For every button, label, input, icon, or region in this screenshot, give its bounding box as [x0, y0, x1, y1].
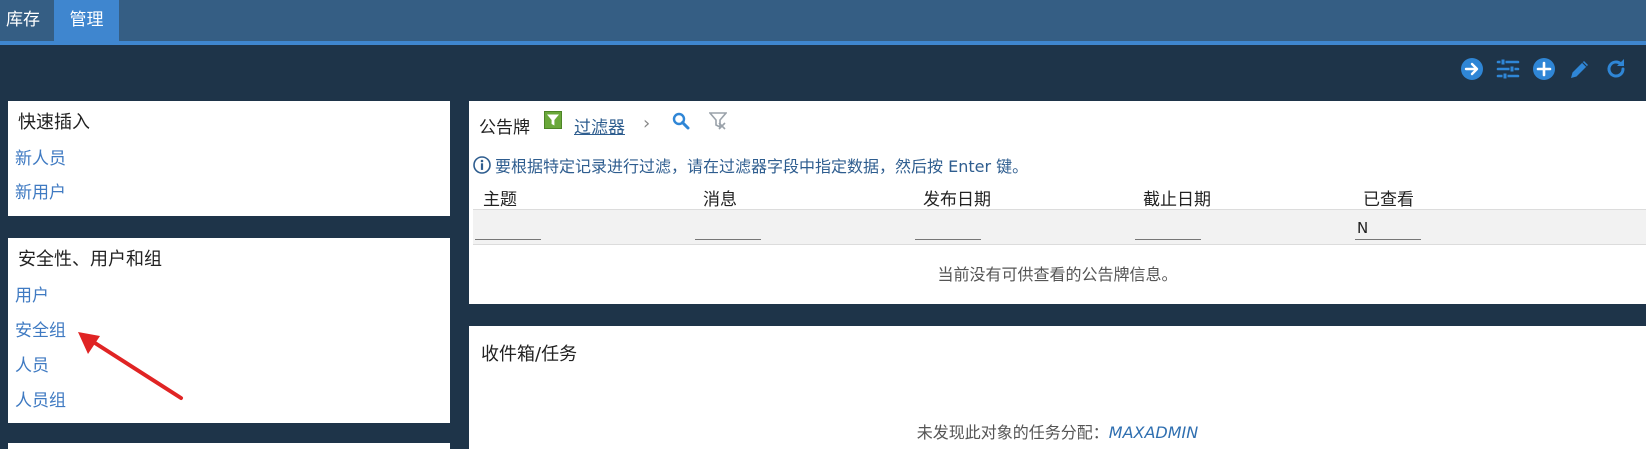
security-users-groups-panel: 安全性、用户和组 用户 安全组 人员 人员组 [8, 238, 450, 423]
search-icon[interactable] [672, 112, 690, 130]
toolbar [1460, 56, 1628, 82]
link-new-person[interactable]: 新人员 [15, 144, 66, 169]
filter-hint: 要根据特定记录进行过滤，请在过滤器字段中指定数据，然后按 Enter 键。 [473, 153, 1028, 177]
filter-viewed-input[interactable] [1355, 216, 1421, 240]
link-new-user[interactable]: 新用户 [15, 178, 66, 203]
clear-filter-icon[interactable] [709, 111, 727, 131]
security-panel-title: 安全性、用户和组 [18, 249, 162, 270]
inbox-empty-message: 未发现此对象的任务分配：MAXADMIN [469, 419, 1646, 443]
link-person-groups[interactable]: 人员组 [15, 386, 66, 411]
info-icon [473, 156, 491, 174]
bulletin-empty-message: 当前没有可供查看的公告牌信息。 [937, 265, 1178, 284]
tab-inventory[interactable]: 库存 [0, 0, 50, 45]
settings-sliders-icon[interactable] [1496, 57, 1520, 81]
bulletin-board-panel: 公告牌 过滤器 › 要根据特定记录进行过滤，请在过滤器字段中指定数据，然后按 E… [469, 101, 1646, 304]
filter-row [473, 209, 1646, 245]
go-icon[interactable] [1460, 57, 1484, 81]
filter-subject-input[interactable] [475, 216, 541, 240]
inbox-tasks-panel: 收件箱/任务 未发现此对象的任务分配：MAXADMIN [469, 326, 1646, 449]
next-panel-edge [8, 443, 450, 449]
quick-insert-title: 快速插入 [18, 112, 90, 133]
link-people[interactable]: 人员 [15, 351, 49, 376]
column-header-message[interactable]: 消息 [703, 185, 737, 210]
add-icon[interactable] [1532, 57, 1556, 81]
link-security-groups[interactable]: 安全组 [15, 316, 66, 341]
filter-post-date-input[interactable] [915, 216, 981, 240]
quick-insert-panel: 快速插入 新人员 新用户 [8, 101, 450, 216]
tab-bar-underline [0, 41, 1646, 45]
filter-expire-date-input[interactable] [1135, 216, 1201, 240]
refresh-icon[interactable] [1604, 57, 1628, 81]
column-header-expire-date[interactable]: 截止日期 [1143, 185, 1211, 210]
filter-icon[interactable] [544, 111, 562, 129]
column-header-post-date[interactable]: 发布日期 [923, 185, 991, 210]
top-tab-bar [0, 0, 1646, 41]
inbox-title: 收件箱/任务 [481, 344, 578, 365]
filter-link[interactable]: 过滤器 [574, 113, 625, 138]
filter-hint-text: 要根据特定记录进行过滤，请在过滤器字段中指定数据，然后按 Enter 键。 [495, 157, 1029, 176]
bulletin-title: 公告牌 [479, 118, 530, 138]
inbox-user-name: MAXADMIN [1108, 423, 1199, 442]
tab-admin[interactable]: 管理 [54, 0, 119, 45]
chevron-right-icon: › [643, 113, 651, 134]
link-users[interactable]: 用户 [15, 281, 49, 306]
column-header-viewed[interactable]: 已查看 [1363, 185, 1414, 210]
column-header-subject[interactable]: 主题 [483, 185, 517, 210]
filter-message-input[interactable] [695, 216, 761, 240]
edit-icon[interactable] [1568, 57, 1592, 81]
inbox-empty-text: 未发现此对象的任务分配： [916, 423, 1109, 442]
